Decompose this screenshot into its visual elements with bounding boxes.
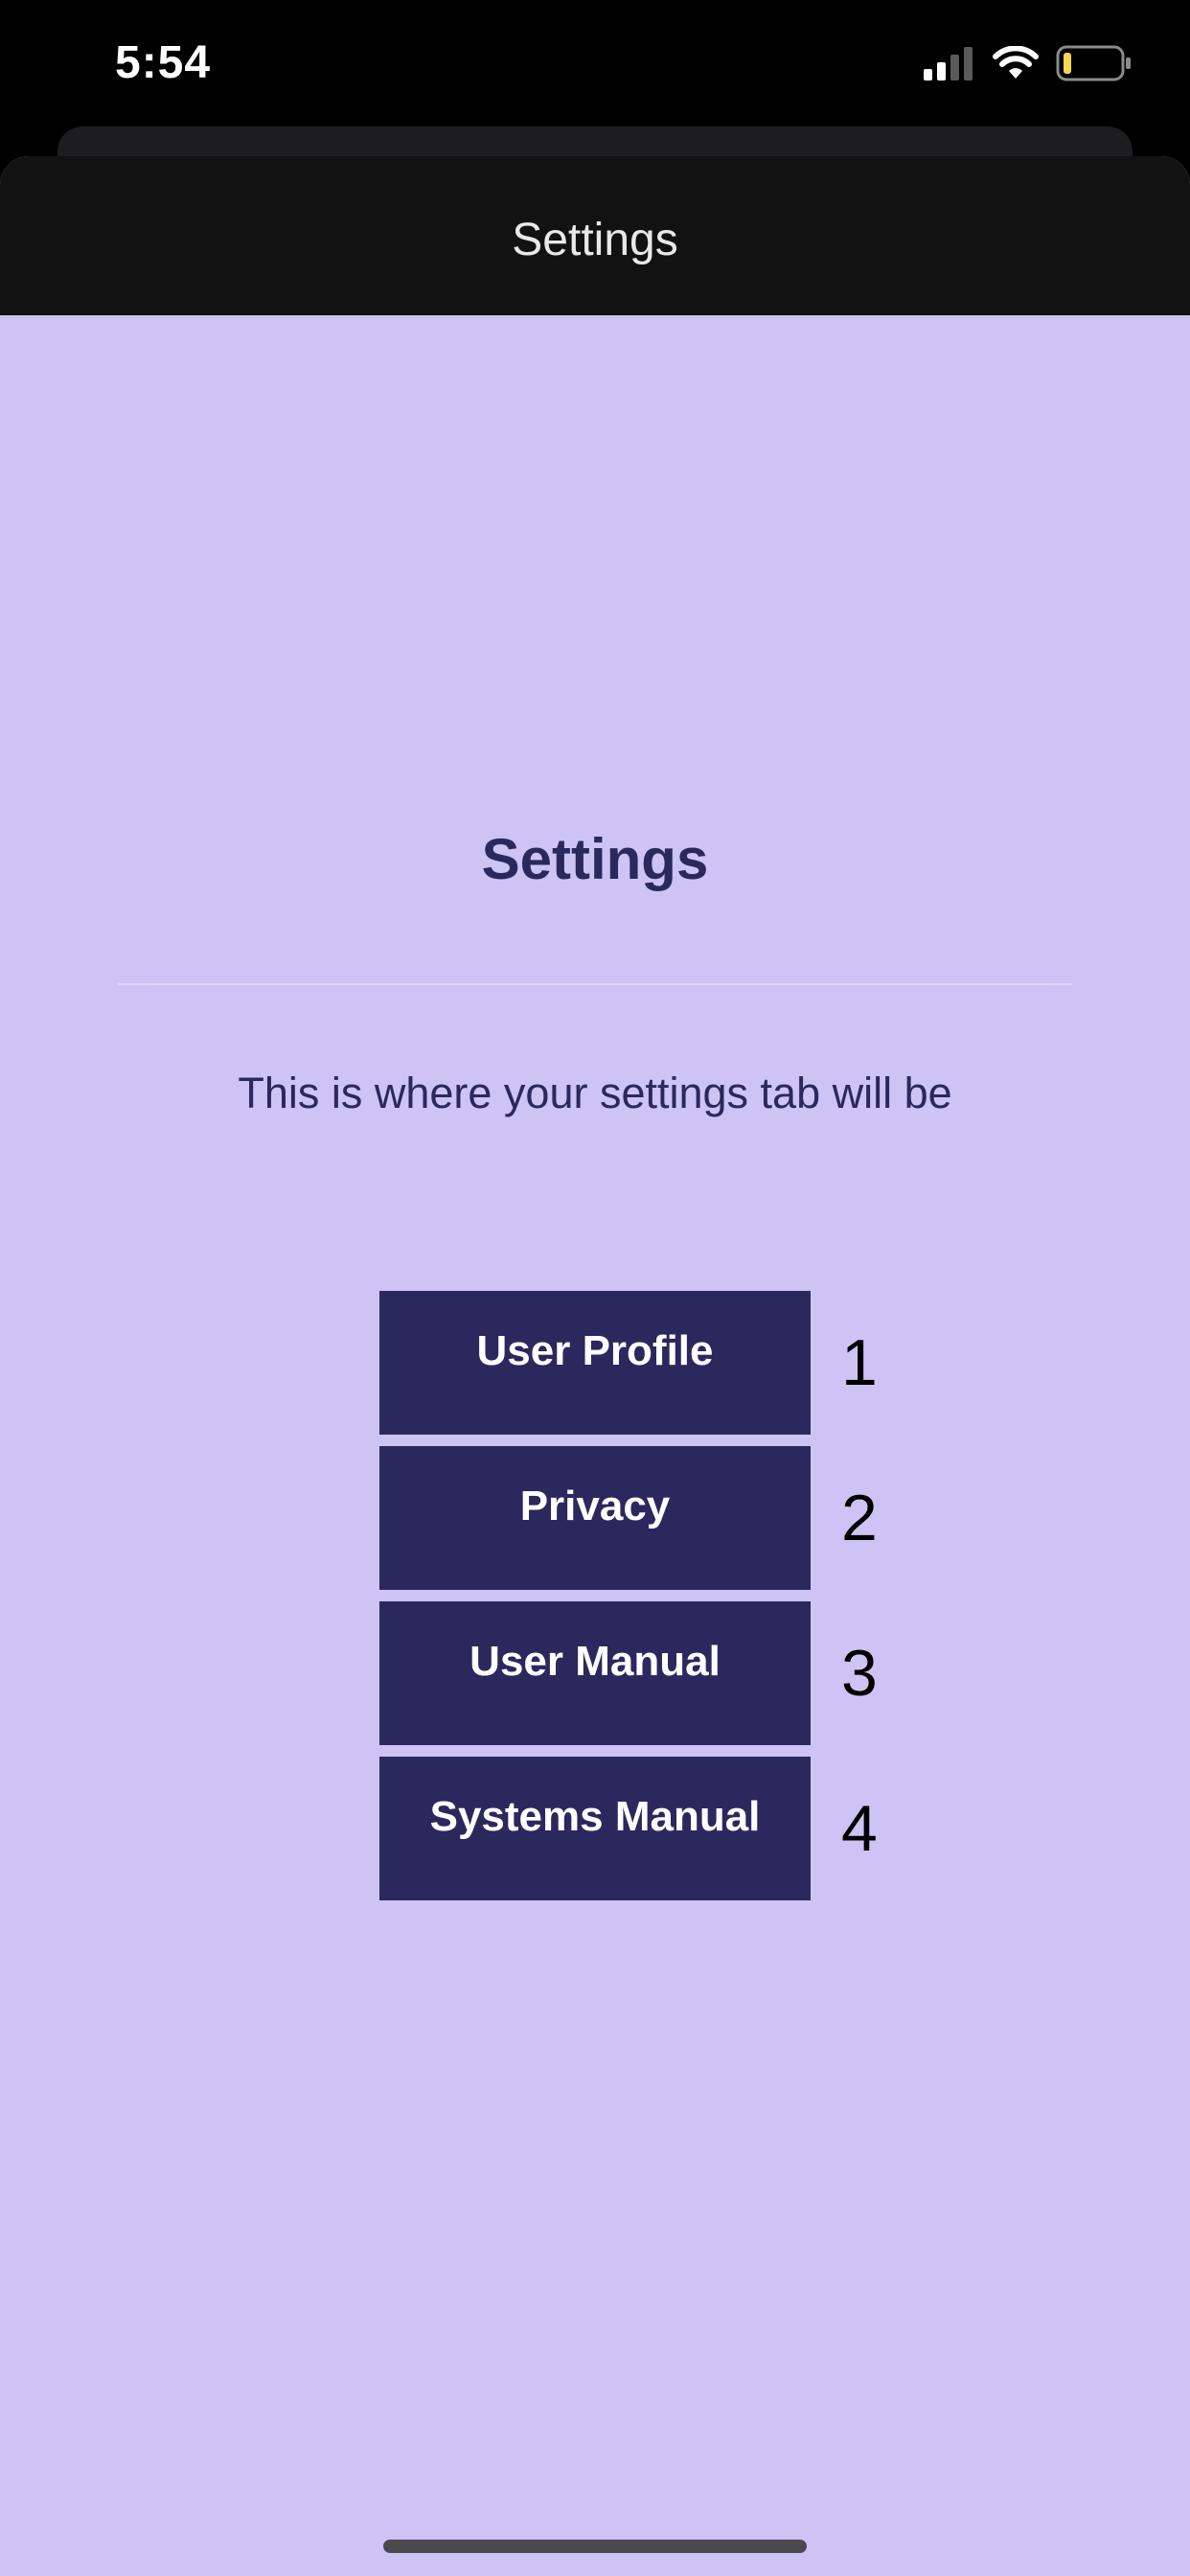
menu-row-privacy: Privacy 2 [379, 1446, 878, 1590]
user-profile-button[interactable]: User Profile [379, 1291, 811, 1435]
cellular-signal-icon [922, 46, 975, 85]
nav-title: Settings [512, 214, 678, 265]
status-icons [922, 44, 1133, 87]
systems-manual-button[interactable]: Systems Manual [379, 1757, 811, 1900]
navigation-bar: Settings [0, 156, 1190, 315]
battery-icon [1056, 44, 1133, 87]
privacy-button[interactable]: Privacy [379, 1446, 811, 1590]
page-subtitle: This is where your settings tab will be [238, 1069, 952, 1117]
menu-row-user-manual: User Manual 3 [379, 1601, 878, 1745]
wifi-icon [993, 44, 1039, 85]
menu-row-systems-manual: Systems Manual 4 [379, 1757, 878, 1900]
user-manual-button[interactable]: User Manual [379, 1601, 811, 1745]
menu-number: 2 [841, 1482, 878, 1554]
menu-number: 1 [841, 1326, 878, 1399]
status-bar: 5:54 [0, 0, 1190, 125]
menu-number: 4 [841, 1792, 878, 1865]
menu-number: 3 [841, 1637, 878, 1710]
status-time: 5:54 [115, 37, 212, 88]
home-indicator[interactable] [383, 2540, 807, 2553]
app-screen: 5:54 Settings Settings This is where you… [0, 0, 1190, 2576]
divider [118, 983, 1072, 985]
page-title: Settings [481, 827, 709, 891]
menu-row-user-profile: User Profile 1 [379, 1291, 878, 1435]
